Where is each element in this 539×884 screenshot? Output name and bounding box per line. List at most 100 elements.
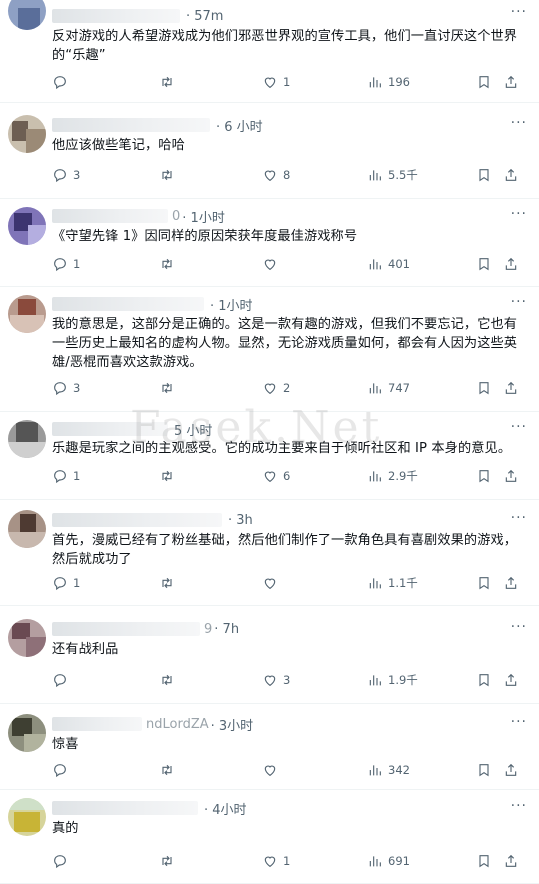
more-icon[interactable]: ··· (511, 115, 527, 131)
author-name[interactable] (52, 622, 200, 636)
post[interactable]: · 4小时 ··· 真的 1 691 (0, 790, 539, 884)
post-time[interactable]: · 7h (214, 622, 239, 637)
share-button[interactable] (503, 254, 519, 274)
reply-button[interactable] (52, 851, 73, 871)
post-time[interactable]: · 3h (228, 513, 253, 528)
bookmark-button[interactable] (476, 466, 492, 486)
retweet-button[interactable] (159, 851, 180, 871)
author-name[interactable] (52, 9, 180, 23)
retweet-button[interactable] (159, 573, 180, 593)
retweet-button[interactable] (159, 760, 180, 780)
like-button[interactable] (262, 760, 283, 780)
post-time[interactable]: · 6 小时 (216, 116, 263, 135)
share-button[interactable] (503, 760, 519, 780)
views-button[interactable]: 2.9千 (367, 466, 418, 486)
avatar[interactable] (8, 798, 46, 836)
author-name[interactable] (52, 209, 168, 223)
like-button[interactable]: 6 (262, 466, 290, 486)
author-name[interactable] (52, 513, 222, 527)
views-button[interactable]: 401 (367, 254, 410, 274)
share-button[interactable] (503, 670, 519, 690)
bookmark-button[interactable] (476, 254, 492, 274)
post[interactable]: 0 · 1小时 ··· 《守望先锋 1》因同样的原因荣获年度最佳游戏称号 1 4… (0, 199, 539, 287)
more-icon[interactable]: ··· (511, 510, 527, 526)
post-time[interactable]: · 3小时 (211, 715, 254, 734)
bookmark-button[interactable] (476, 760, 492, 780)
avatar[interactable] (8, 115, 46, 153)
more-icon[interactable]: ··· (511, 206, 527, 222)
like-button[interactable] (262, 573, 283, 593)
views-button[interactable]: 1.1千 (367, 573, 418, 593)
reply-button[interactable]: 1 (52, 254, 80, 274)
reply-button[interactable]: 3 (52, 378, 80, 398)
retweet-button[interactable] (159, 670, 180, 690)
views-button[interactable]: 342 (367, 760, 410, 780)
reply-button[interactable]: 1 (52, 466, 80, 486)
like-button[interactable]: 8 (262, 165, 290, 185)
views-button[interactable]: 747 (367, 378, 410, 398)
like-button[interactable]: 1 (262, 851, 290, 871)
author-name[interactable] (52, 297, 204, 311)
post-time[interactable]: · 1小时 (210, 295, 253, 314)
views-button[interactable]: 1.9千 (367, 670, 418, 690)
bookmark-button[interactable] (476, 670, 492, 690)
more-icon[interactable]: ··· (511, 619, 527, 635)
reply-button[interactable]: 1 (52, 573, 80, 593)
post[interactable]: · 57m ··· 反对游戏的人希望游戏成为他们邪恶世界观的宣传工具，他们一直讨… (0, 0, 539, 103)
avatar[interactable] (8, 420, 46, 458)
avatar[interactable] (8, 207, 46, 245)
retweet-button[interactable] (159, 165, 180, 185)
avatar[interactable] (8, 0, 46, 30)
like-button[interactable]: 2 (262, 378, 290, 398)
avatar[interactable] (8, 714, 46, 752)
share-button[interactable] (503, 165, 519, 185)
post[interactable]: · 6 小时 ··· 他应该做些笔记，哈哈 3 8 5.5千 (0, 103, 539, 199)
post[interactable]: ndLordZA · 3小时 ··· 惊喜 342 (0, 704, 539, 790)
retweet-button[interactable] (159, 72, 180, 92)
author-name[interactable] (52, 118, 210, 132)
author-handle[interactable]: ndLordZA (146, 717, 209, 732)
post[interactable]: · 1小时 ··· 我的意思是，这部分是正确的。这是一款有趣的游戏，但我们不要忘… (0, 287, 539, 412)
avatar[interactable] (8, 510, 46, 548)
share-button[interactable] (503, 378, 519, 398)
like-button[interactable]: 3 (262, 670, 290, 690)
author-name[interactable] (52, 717, 142, 731)
post[interactable]: 5 小时 ··· 乐趣是玩家之间的主观感受。它的成功主要来自于倾听社区和 IP … (0, 412, 539, 500)
like-button[interactable]: 1 (262, 72, 290, 92)
bookmark-button[interactable] (476, 165, 492, 185)
post[interactable]: 9 · 7h ··· 还有战利品 3 1.9千 (0, 606, 539, 704)
post-time[interactable]: 5 小时 (174, 420, 212, 439)
bookmark-button[interactable] (476, 378, 492, 398)
author-name[interactable] (52, 801, 198, 815)
retweet-button[interactable] (159, 254, 180, 274)
bookmark-button[interactable] (476, 851, 492, 871)
share-button[interactable] (503, 851, 519, 871)
reply-button[interactable] (52, 670, 73, 690)
author-handle[interactable]: 9 (204, 622, 212, 637)
more-icon[interactable]: ··· (511, 714, 527, 730)
author-name[interactable] (52, 422, 168, 436)
retweet-button[interactable] (159, 466, 180, 486)
reply-button[interactable]: 3 (52, 165, 80, 185)
author-handle[interactable]: 0 (172, 209, 180, 224)
post[interactable]: · 3h ··· 首先，漫威已经有了粉丝基础，然后他们制作了一款角色具有喜剧效果… (0, 500, 539, 606)
retweet-button[interactable] (159, 378, 180, 398)
like-button[interactable] (262, 254, 283, 274)
share-button[interactable] (503, 466, 519, 486)
bookmark-button[interactable] (476, 72, 492, 92)
share-button[interactable] (503, 72, 519, 92)
avatar[interactable] (8, 619, 46, 657)
more-icon[interactable]: ··· (511, 419, 527, 435)
more-icon[interactable]: ··· (511, 294, 527, 310)
bookmark-button[interactable] (476, 573, 492, 593)
post-time[interactable]: · 1小时 (182, 207, 225, 226)
views-button[interactable]: 5.5千 (367, 165, 418, 185)
share-button[interactable] (503, 573, 519, 593)
views-button[interactable]: 196 (367, 72, 410, 92)
more-icon[interactable]: ··· (511, 4, 527, 20)
reply-button[interactable] (52, 72, 73, 92)
post-time[interactable]: · 57m (186, 9, 223, 24)
more-icon[interactable]: ··· (511, 798, 527, 814)
views-button[interactable]: 691 (367, 851, 410, 871)
post-time[interactable]: · 4小时 (204, 799, 247, 818)
